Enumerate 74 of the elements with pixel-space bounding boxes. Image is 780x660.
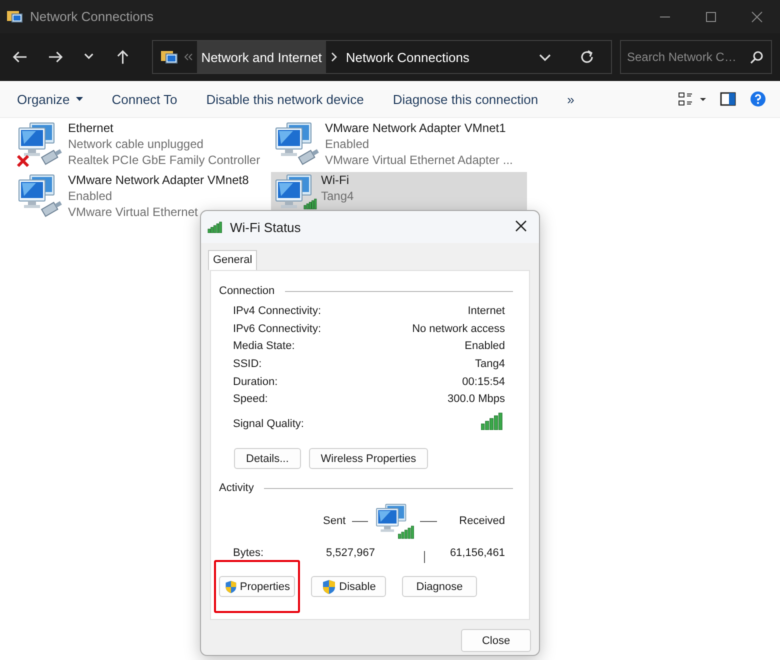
disconnected-adapter-icon xyxy=(16,120,64,168)
signal-strength-icon xyxy=(481,410,505,430)
received-label: Received xyxy=(459,515,505,528)
more-commands-button[interactable]: » xyxy=(560,88,582,110)
adapter-item[interactable]: VMware Network Adapter VMnet8 Enabled VMware Virtual Ethernet xyxy=(14,172,253,222)
toolbar-button[interactable]: Disable this network device xyxy=(199,88,371,110)
shield-icon xyxy=(224,578,238,595)
address-bar[interactable]: Network and Internet Network Connections xyxy=(152,40,612,74)
field-value: 300.0 Mbps xyxy=(448,393,505,406)
search-field[interactable]: Search Network C… xyxy=(620,40,772,74)
forward-icon[interactable] xyxy=(48,49,64,65)
adapter-item[interactable]: VMware Network Adapter VMnet1 Enabled VMware Virtual Ethernet Adapter ... xyxy=(271,120,517,170)
field-value: 00:15:54 xyxy=(462,376,505,388)
up-icon[interactable] xyxy=(114,49,130,65)
close-icon[interactable] xyxy=(751,10,763,22)
group-heading: Activity xyxy=(219,482,254,494)
dialog-button[interactable]: Diagnose xyxy=(402,576,477,598)
network-folder-icon xyxy=(159,48,180,66)
field-value: 61,156,461 xyxy=(450,547,505,560)
field-label: Signal Quality: xyxy=(233,418,304,430)
toolbar-button[interactable]: Organize xyxy=(10,88,90,110)
field-value: No network access xyxy=(412,322,505,335)
network-adapter-icon xyxy=(16,172,64,220)
breadcrumb[interactable]: Network and Internet xyxy=(197,41,326,73)
field-label: Duration: xyxy=(233,376,278,388)
network-adapter-icon xyxy=(273,120,321,168)
window-title: Network Connections xyxy=(30,9,154,24)
field-label: IPv4 Connectivity: xyxy=(233,304,322,317)
adapter-device: VMware Virtual Ethernet Adapter ... xyxy=(325,152,513,168)
field-value: Enabled xyxy=(464,340,505,352)
group-heading: Connection xyxy=(219,285,275,297)
adapter-status: Network cable unplugged xyxy=(68,136,204,152)
dialog-title: Wi-Fi Status xyxy=(230,220,301,234)
adapter-device: Realtek PCIe GbE Family Controller xyxy=(68,152,260,168)
field-label: Media State: xyxy=(233,340,295,352)
adapter-item[interactable]: Ethernet Network cable unplugged Realtek PCIe GbE Family Controller xyxy=(14,120,264,170)
breadcrumb[interactable]: Network Connections xyxy=(342,41,474,73)
field-value: 5,527,967 xyxy=(326,547,376,560)
caret-icon xyxy=(76,97,83,101)
refresh-icon[interactable] xyxy=(578,49,595,65)
field-label: IPv6 Connectivity: xyxy=(233,322,322,335)
adapter-name: Wi-Fi xyxy=(321,172,349,188)
maximize-icon[interactable] xyxy=(705,10,717,22)
double-chevron-icon xyxy=(183,52,194,62)
field-label: SSID: xyxy=(233,358,262,370)
shield-icon xyxy=(321,578,338,595)
adapter-name: VMware Network Adapter VMnet1 xyxy=(325,120,506,136)
adapter-status: Enabled xyxy=(68,188,112,204)
field-label: Bytes: xyxy=(233,547,265,560)
field-label: Speed: xyxy=(233,393,268,406)
adapter-status: Enabled xyxy=(325,136,370,152)
toolbar-button[interactable]: Connect To xyxy=(104,88,184,110)
dialog-button[interactable]: Wireless Properties xyxy=(308,448,428,470)
dialog-button[interactable]: Details... xyxy=(234,448,301,470)
field-value: Internet xyxy=(468,304,505,317)
adapter-device: VMware Virtual Ethernet xyxy=(68,204,198,220)
field-value: Tang4 xyxy=(475,358,505,370)
toolbar-button[interactable]: Diagnose this connection xyxy=(386,88,546,110)
chevron-right-icon xyxy=(330,52,338,62)
back-icon[interactable] xyxy=(12,49,28,65)
close-icon xyxy=(515,220,527,232)
adapter-status: Tang4 xyxy=(321,188,354,204)
preview-pane-icon[interactable] xyxy=(720,92,736,106)
search-icon xyxy=(750,50,764,64)
dialog-button[interactable]: Properties xyxy=(219,576,295,598)
signal-icon xyxy=(207,221,225,233)
adapter-name: VMware Network Adapter VMnet8 xyxy=(68,172,249,188)
view-options-icon[interactable] xyxy=(678,92,706,106)
adapter-name: Ethernet xyxy=(68,120,114,136)
close-dialog-button[interactable]: Close xyxy=(461,629,531,652)
help-icon[interactable] xyxy=(750,91,766,107)
dialog-button[interactable]: Disable xyxy=(311,576,386,598)
tab[interactable]: General xyxy=(208,250,258,270)
sent-label: Sent xyxy=(323,515,346,528)
